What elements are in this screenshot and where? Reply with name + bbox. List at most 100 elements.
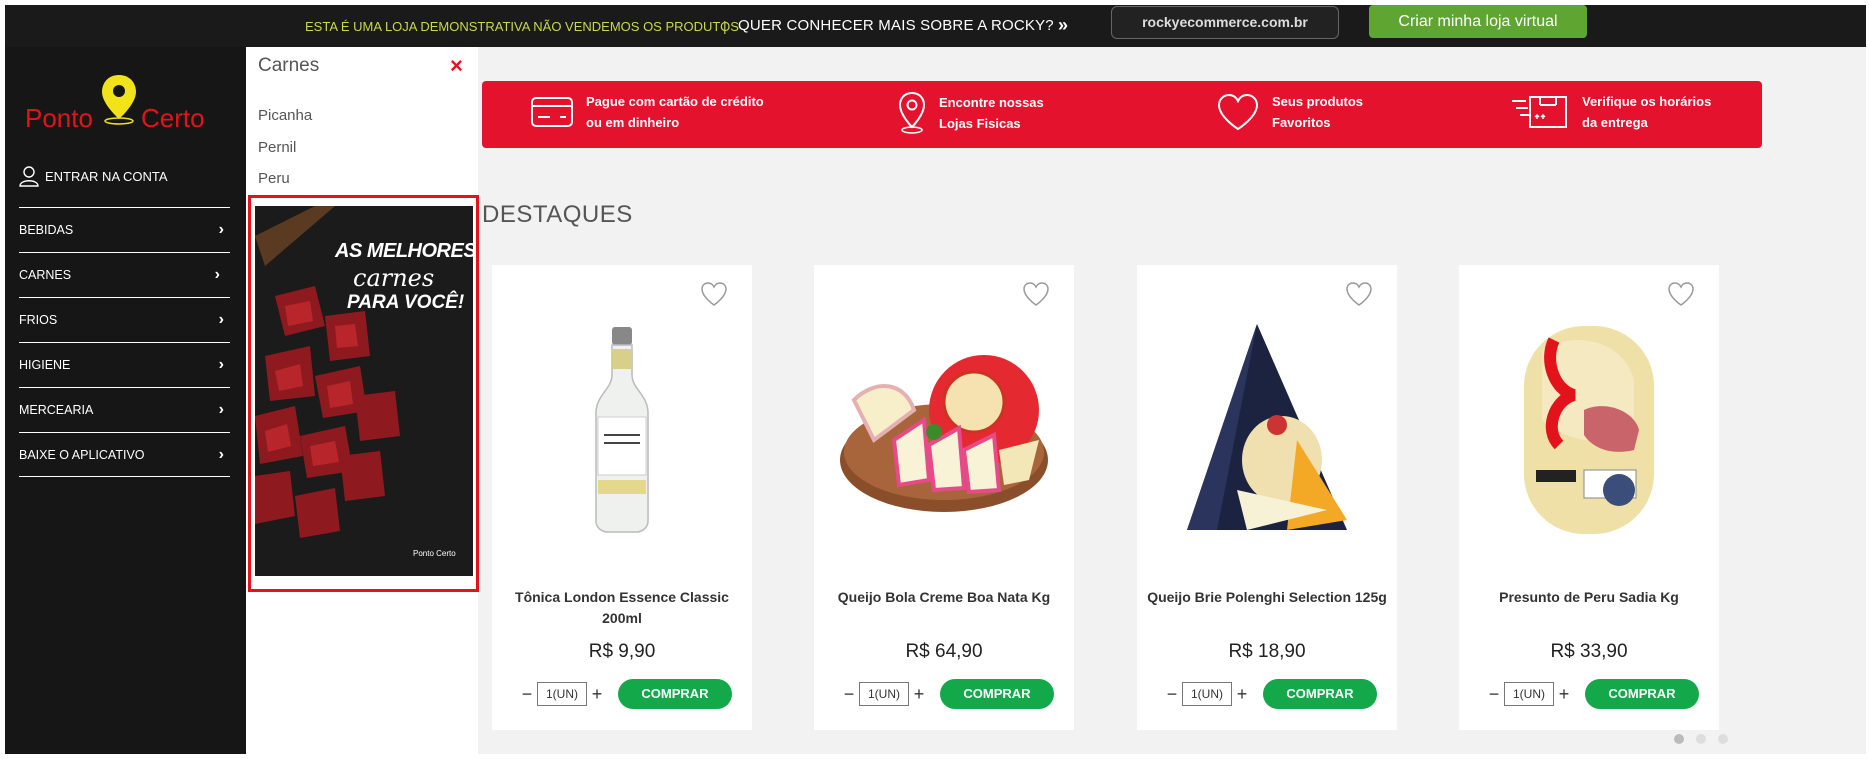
benefit-line: Favoritos xyxy=(1272,115,1331,130)
quantity-field[interactable]: 1(UN) xyxy=(537,682,587,706)
sidebar-item-app[interactable]: BAIXE O APLICATIVO › xyxy=(19,432,230,477)
quantity-stepper: − 1(UN) + xyxy=(842,682,926,706)
tonic-bottle-image xyxy=(595,327,649,533)
banner-logo: Ponto Certo xyxy=(413,549,456,558)
menu-label: BEBIDAS xyxy=(19,223,74,237)
product-name[interactable]: Queijo Bola Creme Boa Nata Kg xyxy=(824,587,1064,608)
quantity-field[interactable]: 1(UN) xyxy=(859,682,909,706)
product-name[interactable]: Presunto de Peru Sadia Kg xyxy=(1469,587,1709,608)
double-chevron-right-icon: » xyxy=(1058,15,1069,35)
menu-label: MERCEARIA xyxy=(19,403,94,417)
benefit-payment: Pague com cartão de crédito ou em dinheir… xyxy=(530,91,764,133)
menu-label: FRIOS xyxy=(19,313,58,327)
plus-icon[interactable]: + xyxy=(912,684,926,705)
login-link[interactable]: ENTRAR NA CONTA xyxy=(19,165,168,187)
page-frame: ESTA É UMA LOJA DEMONSTRATIVA NÃO VENDEM… xyxy=(5,5,1866,754)
submenu-item-pernil[interactable]: Pernil xyxy=(258,139,296,156)
map-pin-icon xyxy=(898,91,926,134)
promo-banner-highlight: AS MELHORES carnes PARA VOCÊ! Ponto Cert… xyxy=(248,195,479,592)
store-logo[interactable]: Ponto Certo xyxy=(25,73,215,133)
sidebar-item-mercearia[interactable]: MERCEARIA › xyxy=(19,387,230,432)
benefit-line: ou em dinheiro xyxy=(586,115,680,130)
product-name[interactable]: Queijo Brie Polenghi Selection 125g xyxy=(1147,587,1387,608)
buy-button[interactable]: COMPRAR xyxy=(618,679,732,709)
buy-button[interactable]: COMPRAR xyxy=(1263,679,1377,709)
submenu-panel: Carnes × Picanha Pernil Peru AS MELHORES… xyxy=(246,47,479,754)
carousel-dot[interactable] xyxy=(1696,734,1706,744)
minus-icon[interactable]: − xyxy=(1487,684,1501,705)
product-card[interactable]: Queijo Brie Polenghi Selection 125g R$ 1… xyxy=(1137,265,1397,730)
section-title: DESTAQUES xyxy=(482,201,633,228)
heart-icon xyxy=(1217,93,1259,131)
submenu-title: Carnes xyxy=(258,55,320,76)
quantity-stepper: − 1(UN) + xyxy=(520,682,604,706)
create-store-button[interactable]: Criar minha loja virtual xyxy=(1369,5,1587,38)
banner-headline: AS MELHORES xyxy=(335,240,473,262)
favorite-heart-icon[interactable] xyxy=(1667,281,1695,307)
meat-promo-banner[interactable]: AS MELHORES carnes PARA VOCÊ! Ponto Cert… xyxy=(255,206,473,576)
banner-headline-script: carnes xyxy=(353,264,435,292)
chevron-right-icon: › xyxy=(218,311,224,328)
menu-label: CARNES xyxy=(19,268,72,282)
logo-text-left: Ponto xyxy=(25,103,93,133)
chevron-right-icon: › xyxy=(218,445,224,463)
product-image[interactable] xyxy=(512,320,732,540)
benefit-line: Pague com cartão de crédito xyxy=(586,94,764,109)
sidebar-item-carnes[interactable]: CARNES › xyxy=(19,252,230,297)
product-price: R$ 18,90 xyxy=(1228,641,1306,662)
quantity-field[interactable]: 1(UN) xyxy=(1182,682,1232,706)
product-image[interactable] xyxy=(1157,320,1377,540)
minus-icon[interactable]: − xyxy=(842,684,856,705)
favorite-heart-icon[interactable] xyxy=(700,281,728,307)
product-image[interactable] xyxy=(834,320,1054,540)
minus-icon[interactable]: − xyxy=(1165,684,1179,705)
product-card[interactable]: Queijo Bola Creme Boa Nata Kg R$ 64,90 −… xyxy=(814,265,1074,730)
submenu-item-picanha[interactable]: Picanha xyxy=(258,107,312,124)
buy-button[interactable]: COMPRAR xyxy=(940,679,1054,709)
quantity-field[interactable]: 1(UN) xyxy=(1504,682,1554,706)
chevron-right-icon: › xyxy=(218,356,224,373)
sidebar-item-frios[interactable]: FRIOS › xyxy=(19,297,230,342)
benefit-stores[interactable]: Encontre nossas Lojas Fisicas xyxy=(897,91,1044,135)
brie-package-image xyxy=(1187,324,1347,530)
product-price: R$ 9,90 xyxy=(588,641,656,662)
close-icon[interactable]: × xyxy=(450,53,463,79)
chevron-right-icon: › xyxy=(218,221,224,238)
carousel-dot[interactable] xyxy=(1718,734,1728,744)
user-icon xyxy=(19,166,39,187)
benefits-strip: Pague com cartão de crédito ou em dinheir… xyxy=(482,81,1762,148)
benefit-favorites[interactable]: Seus produtos Favoritos xyxy=(1216,91,1363,133)
product-card[interactable]: Tônica London Essence Classic 200ml R$ 9… xyxy=(492,265,752,730)
product-price: R$ 64,90 xyxy=(905,641,983,662)
submenu-item-peru[interactable]: Peru xyxy=(258,170,290,187)
delivery-truck-icon xyxy=(1512,96,1567,128)
sidebar: Ponto Certo ENTRAR NA CONTA BEBIDAS › CAR… xyxy=(5,47,246,754)
benefit-line: Encontre nossas xyxy=(939,95,1044,110)
demo-notice: ESTA É UMA LOJA DEMONSTRATIVA NÃO VENDEM… xyxy=(305,19,739,34)
cheese-ball-image xyxy=(840,355,1048,512)
sidebar-item-higiene[interactable]: HIGIENE › xyxy=(19,342,230,387)
topbar-separator: | xyxy=(723,18,727,34)
plus-icon[interactable]: + xyxy=(1557,684,1571,705)
menu-label: HIGIENE xyxy=(19,358,71,372)
credit-card-icon xyxy=(531,97,573,127)
product-card[interactable]: Presunto de Peru Sadia Kg R$ 33,90 − 1(U… xyxy=(1459,265,1719,730)
minus-icon[interactable]: − xyxy=(520,684,534,705)
product-name[interactable]: Tônica London Essence Classic 200ml xyxy=(502,587,742,629)
benefit-line: Verifique os horários xyxy=(1582,94,1712,109)
plus-icon[interactable]: + xyxy=(590,684,604,705)
favorite-heart-icon[interactable] xyxy=(1345,281,1373,307)
benefit-delivery[interactable]: Verifique os horários da entrega xyxy=(1510,91,1711,133)
domain-button[interactable]: rockyecommerce.com.br xyxy=(1111,6,1339,39)
favorite-heart-icon[interactable] xyxy=(1022,281,1050,307)
chevron-right-icon: › xyxy=(218,401,224,418)
chevron-right-icon: › xyxy=(214,266,220,283)
menu-label: BAIXE O APLICATIVO xyxy=(19,447,145,462)
buy-button[interactable]: COMPRAR xyxy=(1585,679,1699,709)
product-image[interactable] xyxy=(1479,320,1699,540)
sidebar-item-bebidas[interactable]: BEBIDAS › xyxy=(19,207,230,252)
learn-more-link[interactable]: QUER CONHECER MAIS SOBRE A ROCKY? xyxy=(738,17,1054,34)
top-announcement-bar: ESTA É UMA LOJA DEMONSTRATIVA NÃO VENDEM… xyxy=(5,5,1866,47)
plus-icon[interactable]: + xyxy=(1235,684,1249,705)
carousel-dot[interactable] xyxy=(1674,734,1684,744)
